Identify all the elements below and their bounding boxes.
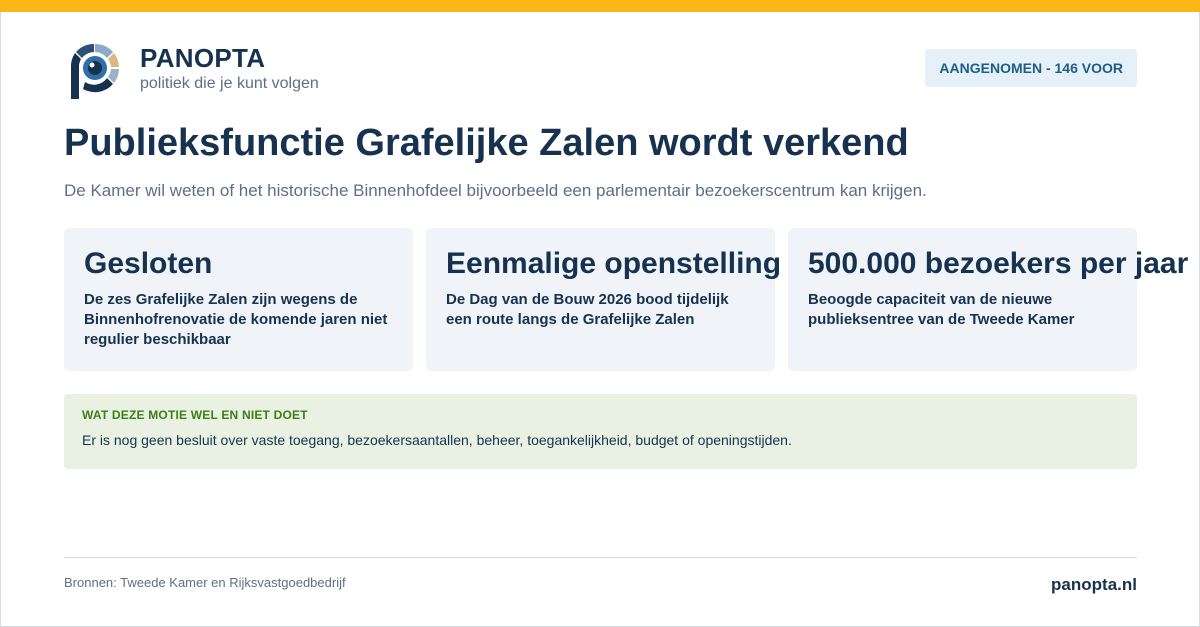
fact-card-text: De Dag van de Bouw 2026 bood tijdelijk e… [446,291,729,328]
site-link[interactable]: panopta.nl [1051,575,1137,595]
motion-note: WAT DEZE MOTIE WEL EN NIET DOET Er is no… [64,394,1137,469]
fact-card-visitors: 500.000 bezoekers per jaar Beoogde capac… [788,228,1189,371]
eye-p-logo-icon [70,43,119,99]
fact-card-heading: Eenmalige openstelling [446,247,782,280]
brand-name: PANOPTA [140,43,266,73]
sources-text: Bronnen: Tweede Kamer en Rijksvastgoedbe… [64,575,346,590]
motion-note-label: WAT DEZE MOTIE WEL EN NIET DOET [82,408,308,422]
fact-card-heading: 500.000 bezoekers per jaar [808,247,1189,280]
motion-note-text: Er is nog geen besluit over vaste toegan… [82,432,792,448]
footer-divider [64,557,1137,558]
status-badge: AANGENOMEN - 146 VOOR [925,49,1137,87]
top-accent-bar [0,0,1200,12]
brand-tagline: politiek die je kunt volgen [140,75,319,92]
page-title: Publieksfunctie Grafelijke Zalen wordt v… [64,122,909,164]
fact-card-heading: Gesloten [84,247,213,280]
page-subtitle: De Kamer wil weten of het historische Bi… [64,181,927,200]
fact-card-closed: Gesloten De zes Grafelijke Zalen zijn we… [64,228,413,371]
fact-card-text: Beoogde capaciteit van de nieuwe publiek… [808,291,1075,328]
fact-card-opening: Eenmalige openstelling De Dag van de Bou… [426,228,782,371]
fact-card-text: De zes Grafelijke Zalen zijn wegens de B… [84,291,388,348]
